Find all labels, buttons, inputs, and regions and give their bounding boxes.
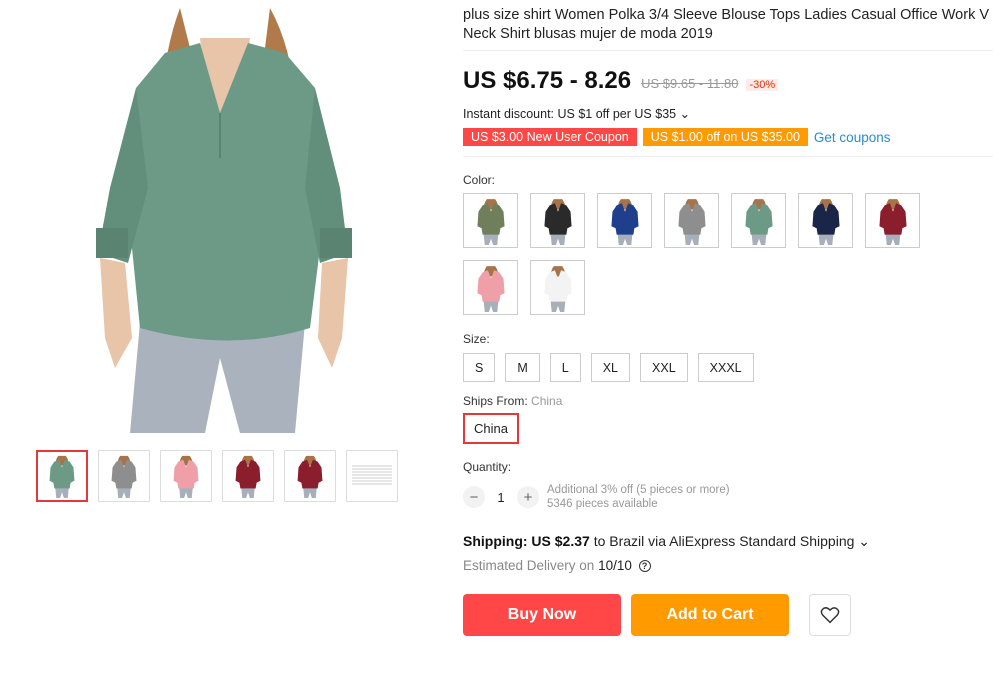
shipping-price: Shipping: US $2.37 bbox=[463, 533, 590, 549]
buy-now-button[interactable]: Buy Now bbox=[463, 594, 621, 636]
delivery-date: 10/10 bbox=[598, 558, 632, 573]
product-info: plus size shirt Women Polka 3/4 Sleeve B… bbox=[463, 6, 993, 636]
price-row: US $6.75 - 8.26 US $9.65 - 11.80 -30% bbox=[463, 67, 993, 95]
quantity-input[interactable]: 1 bbox=[485, 490, 517, 505]
add-to-cart-button[interactable]: Add to Cart bbox=[631, 594, 789, 636]
shirt-thumbnail-image bbox=[49, 455, 75, 498]
original-price: US $9.65 - 11.80 bbox=[641, 76, 739, 91]
size-option-xxl[interactable]: XXL bbox=[640, 353, 688, 382]
thumbnail-1[interactable] bbox=[36, 450, 88, 502]
shirt-thumbnail-image bbox=[811, 198, 840, 245]
main-product-image[interactable] bbox=[70, 8, 370, 433]
thumbnail-6[interactable] bbox=[346, 450, 398, 502]
shirt-thumbnail-image bbox=[476, 198, 505, 245]
increment-button[interactable]: + bbox=[517, 486, 539, 508]
delivery-label: Estimated Delivery on bbox=[463, 558, 599, 573]
color-label: Color: bbox=[463, 173, 496, 187]
shirt-thumbnail-image bbox=[610, 198, 639, 245]
color-swatch-white[interactable] bbox=[530, 260, 585, 315]
discount-badge: -30% bbox=[746, 79, 779, 91]
size-label: Size: bbox=[463, 332, 490, 346]
color-swatch-gray[interactable] bbox=[664, 193, 719, 248]
blouse-photo bbox=[96, 8, 352, 433]
color-swatch-green[interactable] bbox=[463, 193, 518, 248]
product-title: plus size shirt Women Polka 3/4 Sleeve B… bbox=[463, 7, 990, 42]
shipping-destination: to Brazil via AliExpress Standard Shippi… bbox=[589, 533, 871, 549]
stock-note: 5346 pieces available bbox=[547, 498, 658, 510]
color-swatch-navy[interactable] bbox=[798, 193, 853, 248]
shirt-thumbnail-image bbox=[476, 265, 505, 312]
size-options: S M L XL XXL XXXL bbox=[463, 353, 993, 382]
color-swatch-mint[interactable] bbox=[731, 193, 786, 248]
shirt-thumbnail-image bbox=[543, 198, 572, 245]
color-swatch-burgundy[interactable] bbox=[865, 193, 920, 248]
shirt-thumbnail-image bbox=[297, 455, 323, 498]
new-user-coupon[interactable]: US $3.00 New User Coupon bbox=[463, 128, 637, 146]
shirt-thumbnail-image bbox=[111, 455, 137, 498]
heart-icon bbox=[820, 607, 840, 624]
ships-from-label: Ships From: China bbox=[463, 394, 993, 408]
shipping-info[interactable]: Shipping: US $2.37 to Brazil via AliExpr… bbox=[463, 533, 993, 550]
size-option-m[interactable]: M bbox=[505, 353, 540, 382]
shirt-thumbnail-image bbox=[744, 198, 773, 245]
quantity-note: Additional 3% off (5 pieces or more) 534… bbox=[547, 483, 730, 511]
color-swatch-blue[interactable] bbox=[597, 193, 652, 248]
coupon-row: US $3.00 New User Coupon US $1.00 off on… bbox=[463, 128, 993, 146]
ship-from-option-china[interactable]: China bbox=[463, 413, 519, 444]
shirt-thumbnail-image bbox=[543, 265, 572, 312]
shirt-thumbnail-image bbox=[677, 198, 706, 245]
wishlist-button[interactable] bbox=[809, 594, 851, 636]
divider bbox=[463, 50, 993, 51]
thumbnail-3[interactable] bbox=[160, 450, 212, 502]
shirt-thumbnail-image bbox=[235, 455, 261, 498]
spend-coupon[interactable]: US $1.00 off on US $35.00 bbox=[642, 128, 808, 146]
instant-discount-dropdown[interactable]: Instant discount: US $1 off per US $35 ⌄ bbox=[463, 106, 993, 121]
shirt-thumbnail-image bbox=[878, 198, 907, 245]
size-option-l[interactable]: L bbox=[549, 353, 581, 382]
estimated-delivery: Estimated Delivery on 10/10 ? bbox=[463, 558, 993, 573]
thumbnail-strip bbox=[36, 450, 398, 502]
get-coupons-link[interactable]: Get coupons bbox=[814, 130, 891, 145]
ships-from-value: China bbox=[531, 394, 563, 408]
thumbnail-4[interactable] bbox=[222, 450, 274, 502]
help-icon[interactable]: ? bbox=[638, 560, 651, 573]
shirt-thumbnail-image bbox=[173, 455, 199, 498]
thumbnail-5[interactable] bbox=[284, 450, 336, 502]
color-swatches bbox=[463, 193, 933, 315]
color-swatch-pink[interactable] bbox=[463, 260, 518, 315]
size-option-s[interactable]: S bbox=[463, 353, 496, 382]
decrement-button[interactable]: − bbox=[463, 486, 485, 508]
purchase-actions: Buy Now Add to Cart bbox=[463, 594, 993, 636]
divider bbox=[463, 156, 993, 157]
size-chart-icon bbox=[352, 465, 392, 485]
quantity-stepper: − 1 + Additional 3% off (5 pieces or mor… bbox=[463, 483, 993, 511]
ships-from-label-text: Ships From: bbox=[463, 394, 528, 408]
size-option-xxxl[interactable]: XXXL bbox=[697, 353, 754, 382]
thumbnail-2[interactable] bbox=[98, 450, 150, 502]
price: US $6.75 - 8.26 bbox=[463, 67, 632, 94]
quantity-label: Quantity: bbox=[463, 460, 512, 474]
bulk-discount-note: Additional 3% off (5 pieces or more) bbox=[547, 484, 730, 496]
color-swatch-black[interactable] bbox=[530, 193, 585, 248]
size-option-xl[interactable]: XL bbox=[590, 353, 631, 382]
